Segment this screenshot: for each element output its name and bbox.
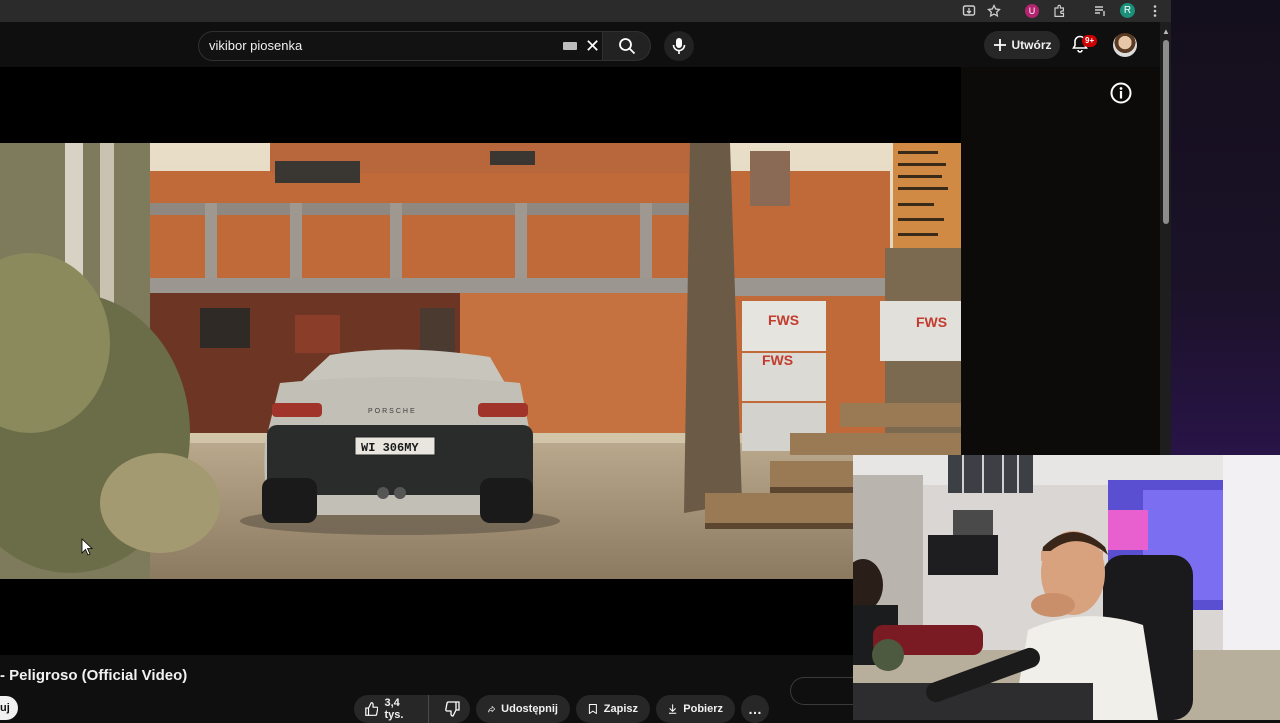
webcam-overlay (853, 455, 1280, 720)
thumbs-down-icon (444, 701, 460, 717)
create-label: Utwórz (1011, 38, 1052, 52)
pallet-brand-2: FWS (762, 352, 793, 368)
save-label: Zapisz (603, 703, 638, 715)
kebab-menu-icon[interactable] (1146, 2, 1164, 20)
keyboard-icon[interactable] (563, 42, 577, 50)
more-dots-icon: … (748, 701, 762, 717)
like-button[interactable]: 3,4 tys. (354, 695, 430, 723)
download-label: Pobierz (683, 703, 723, 715)
subscribe-button[interactable]: uj (0, 696, 18, 720)
plus-icon (993, 39, 1006, 51)
thumbs-up-icon (365, 702, 379, 716)
download-button[interactable]: Pobierz (656, 695, 735, 723)
video-player[interactable]: FWS FWS FWS PORSCHE WI 306MY (0, 67, 961, 655)
dislike-button[interactable] (435, 695, 470, 723)
search-button[interactable] (603, 31, 651, 61)
pallet-brand-3: FWS (916, 314, 947, 330)
comment-box-edge (790, 677, 853, 705)
player-side-area (961, 67, 1160, 455)
info-icon[interactable] (1110, 82, 1132, 104)
pallet-brand-1: FWS (768, 312, 799, 328)
ublock-letter: U (1028, 6, 1036, 16)
clear-search-icon[interactable]: ✕ (585, 36, 600, 56)
scroll-up-arrow-icon[interactable]: ▲ (1162, 27, 1170, 36)
like-dislike-group: 3,4 tys. (354, 695, 470, 723)
bookmark-icon (588, 703, 597, 715)
video-scene: FWS FWS FWS PORSCHE WI 306MY (0, 143, 961, 579)
avatar[interactable] (1113, 33, 1137, 57)
install-app-icon[interactable] (960, 2, 978, 20)
more-actions-button[interactable]: … (741, 695, 769, 723)
microphone-icon (672, 38, 686, 54)
search-icon (618, 38, 635, 55)
youtube-header: vikibor piosenka ✕ Utwórz 9+ (0, 22, 1160, 67)
like-count: 3,4 tys. (384, 697, 404, 721)
share-label: Udostępnij (501, 703, 558, 715)
browser-toolbar: U R (0, 0, 1171, 22)
notifications-badge: 9+ (1082, 35, 1098, 47)
profile-icon[interactable]: R (1120, 3, 1135, 18)
share-button[interactable]: Udostępnij (476, 695, 570, 723)
media-queue-icon[interactable] (1091, 2, 1109, 20)
subscribe-label: uj (0, 702, 10, 714)
share-arrow-icon (488, 706, 495, 713)
save-button[interactable]: Zapisz (576, 695, 650, 723)
search-input[interactable]: vikibor piosenka (209, 38, 302, 53)
voice-search-button[interactable] (664, 31, 694, 61)
scrollbar-thumb[interactable] (1163, 40, 1169, 224)
video-title: - Peligroso (Official Video) (0, 667, 188, 684)
extensions-puzzle-icon[interactable] (1050, 2, 1068, 20)
video-frame: FWS FWS FWS PORSCHE WI 306MY (0, 143, 961, 579)
car-badge: PORSCHE (368, 408, 417, 415)
search-box[interactable]: vikibor piosenka ✕ (198, 31, 603, 61)
bookmark-star-icon[interactable] (985, 2, 1003, 20)
download-icon (668, 704, 677, 714)
create-button[interactable]: Utwórz (984, 31, 1060, 59)
profile-letter: R (1123, 5, 1132, 16)
license-plate: WI 306MY (361, 441, 419, 455)
ublock-icon[interactable]: U (1025, 4, 1039, 18)
